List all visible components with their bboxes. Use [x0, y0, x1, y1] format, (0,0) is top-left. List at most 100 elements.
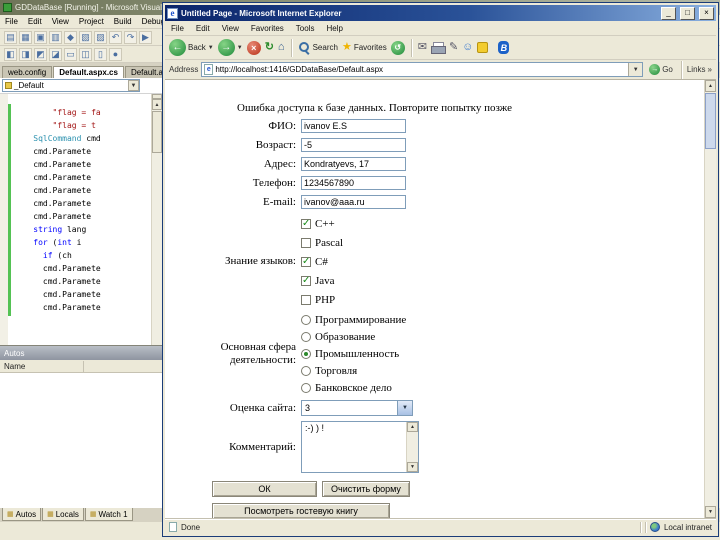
chevron-down-icon[interactable]: ▼	[128, 80, 139, 91]
ie-menu-view[interactable]: View	[216, 24, 245, 33]
cut-icon[interactable]: ◆	[64, 30, 77, 44]
address-field-input[interactable]	[301, 157, 406, 171]
ie-menu-edit[interactable]: Edit	[190, 24, 216, 33]
refresh-button[interactable]: ↻	[265, 42, 274, 53]
messenger-button[interactable]: ☺	[462, 42, 473, 53]
ok-button[interactable]: ОК	[212, 481, 317, 497]
scrollbar-thumb[interactable]	[152, 111, 162, 153]
ie-title-bar[interactable]: e Untitled Page - Microsoft Internet Exp…	[165, 5, 716, 21]
java-checkbox[interactable]	[301, 275, 311, 286]
locals-tab-icon: ▦	[47, 511, 54, 518]
history-button[interactable]: ↺	[390, 40, 405, 55]
forward-chevron-icon[interactable]: ▼	[237, 45, 243, 51]
address-input[interactable]: e http://localhost:1416/GDDataBase/Defau…	[201, 62, 644, 77]
ie-menu-favorites[interactable]: Favorites	[245, 24, 290, 33]
autos-panel-title[interactable]: Autos	[0, 346, 162, 360]
vs-menu-file[interactable]: File	[0, 17, 23, 26]
ie-menu-file[interactable]: File	[165, 24, 190, 33]
page-scrollbar[interactable]: ▲ ▼	[704, 80, 716, 518]
breakpoint-icon[interactable]: ●	[109, 47, 122, 61]
search-button[interactable]: Search	[298, 41, 338, 54]
favorites-button[interactable]: ★ Favorites	[342, 42, 387, 53]
csharp-checkbox[interactable]	[301, 256, 311, 267]
vs-code[interactable]: "flag = fa "flag = t SqlCommand cmd cmd.…	[14, 106, 150, 314]
scroll-down-icon[interactable]: ▼	[407, 462, 418, 472]
cpp-checkbox[interactable]	[301, 218, 311, 229]
tab-autos[interactable]: ▦ Autos	[2, 508, 42, 521]
comment-lines-icon[interactable]: ▯	[94, 47, 107, 61]
phone-input[interactable]	[301, 176, 406, 190]
paste-icon[interactable]: ▨	[94, 30, 107, 44]
tab-web-config[interactable]: web.config	[2, 66, 53, 78]
redo-icon[interactable]: ↷	[124, 30, 137, 44]
forward-button[interactable]: → ▼	[217, 39, 243, 56]
php-checkbox[interactable]	[301, 294, 311, 305]
vs-menu-edit[interactable]: Edit	[23, 17, 47, 26]
research-button[interactable]	[477, 42, 489, 53]
scroll-up-icon[interactable]: ▲	[705, 80, 716, 92]
banking-radio[interactable]	[301, 382, 311, 393]
tab-locals[interactable]: ▦ Locals	[42, 508, 84, 521]
scrollbar-thumb[interactable]	[705, 93, 716, 149]
comment-textarea[interactable]: :-) ) ! ▲ ▼	[301, 421, 419, 473]
vs-menu-project[interactable]: Project	[74, 17, 109, 26]
open-file-icon[interactable]: ▦	[19, 30, 32, 44]
address-dropdown-icon[interactable]: ▼	[628, 63, 643, 76]
code-editor[interactable]: "flag = fa "flag = t SqlCommand cmd cmd.…	[0, 94, 162, 345]
fio-input[interactable]	[301, 119, 406, 133]
toolbox-icon[interactable]: ◩	[34, 47, 47, 61]
bluetooth-button[interactable]: B	[498, 41, 510, 54]
go-button[interactable]: → Go	[646, 63, 676, 76]
rating-select[interactable]: 3 ▼	[301, 400, 413, 416]
new-file-icon[interactable]: ▤	[4, 30, 17, 44]
edit-button[interactable]: ✎	[449, 42, 458, 53]
back-button[interactable]: ← Back ▼	[169, 39, 214, 56]
print-button[interactable]	[430, 41, 446, 54]
start-debug-icon[interactable]: ▶	[139, 30, 152, 44]
links-toolbar[interactable]: Links »	[687, 65, 712, 74]
page-icon: e	[204, 64, 214, 75]
solution-explorer-icon[interactable]: ◧	[4, 47, 17, 61]
class-dropdown[interactable]: _Default ▼	[2, 79, 140, 92]
tab-default-aspx-cs[interactable]: Default.aspx.cs	[53, 66, 124, 78]
autos-name-column[interactable]: Name	[0, 360, 162, 373]
minimize-button[interactable]: _	[661, 6, 676, 20]
stop-button[interactable]: ×	[246, 40, 261, 55]
ie-menu-help[interactable]: Help	[320, 24, 348, 33]
close-button[interactable]: ×	[699, 6, 714, 20]
age-input[interactable]	[301, 138, 406, 152]
scroll-down-icon[interactable]: ▼	[705, 506, 716, 518]
scroll-up-icon[interactable]: ▲	[407, 422, 418, 432]
chevron-down-icon[interactable]: ▼	[397, 401, 412, 415]
output-window-icon[interactable]: ▭	[64, 47, 77, 61]
age-row: Возраст:	[165, 138, 716, 152]
mail-button[interactable]: ✉	[418, 42, 427, 53]
clear-form-button[interactable]: Очистить форму	[322, 481, 410, 497]
trade-radio[interactable]	[301, 365, 311, 376]
pascal-checkbox[interactable]	[301, 237, 311, 248]
copy-icon[interactable]: ▧	[79, 30, 92, 44]
find-icon[interactable]: ◫	[79, 47, 92, 61]
back-chevron-icon[interactable]: ▼	[208, 45, 214, 51]
textarea-scrollbar[interactable]: ▲ ▼	[406, 422, 418, 472]
error-list-icon[interactable]: ◪	[49, 47, 62, 61]
home-button[interactable]: ⌂	[278, 42, 285, 53]
education-radio[interactable]	[301, 331, 311, 342]
save-all-icon[interactable]: ▥	[49, 30, 62, 44]
save-icon[interactable]: ▣	[34, 30, 47, 44]
scroll-up-icon[interactable]: ▲	[152, 99, 162, 110]
ie-menu-tools[interactable]: Tools	[290, 24, 321, 33]
vs-menu-build[interactable]: Build	[109, 17, 137, 26]
sphere-label: Основная сфера деятельности:	[220, 341, 296, 366]
properties-window-icon[interactable]: ◨	[19, 47, 32, 61]
view-guestbook-button[interactable]: Посмотреть гостевую книгу	[212, 503, 390, 518]
editor-scrollbar[interactable]: ▲	[151, 94, 162, 345]
maximize-button[interactable]: □	[680, 6, 695, 20]
undo-icon[interactable]: ↶	[109, 30, 122, 44]
vs-menu-view[interactable]: View	[47, 17, 74, 26]
industry-radio[interactable]	[301, 348, 311, 359]
address-url[interactable]: http://localhost:1416/GDDataBase/Default…	[215, 65, 383, 74]
email-input[interactable]	[301, 195, 406, 209]
tab-watch-1[interactable]: ▦ Watch 1	[84, 508, 133, 521]
programming-radio[interactable]	[301, 314, 311, 325]
